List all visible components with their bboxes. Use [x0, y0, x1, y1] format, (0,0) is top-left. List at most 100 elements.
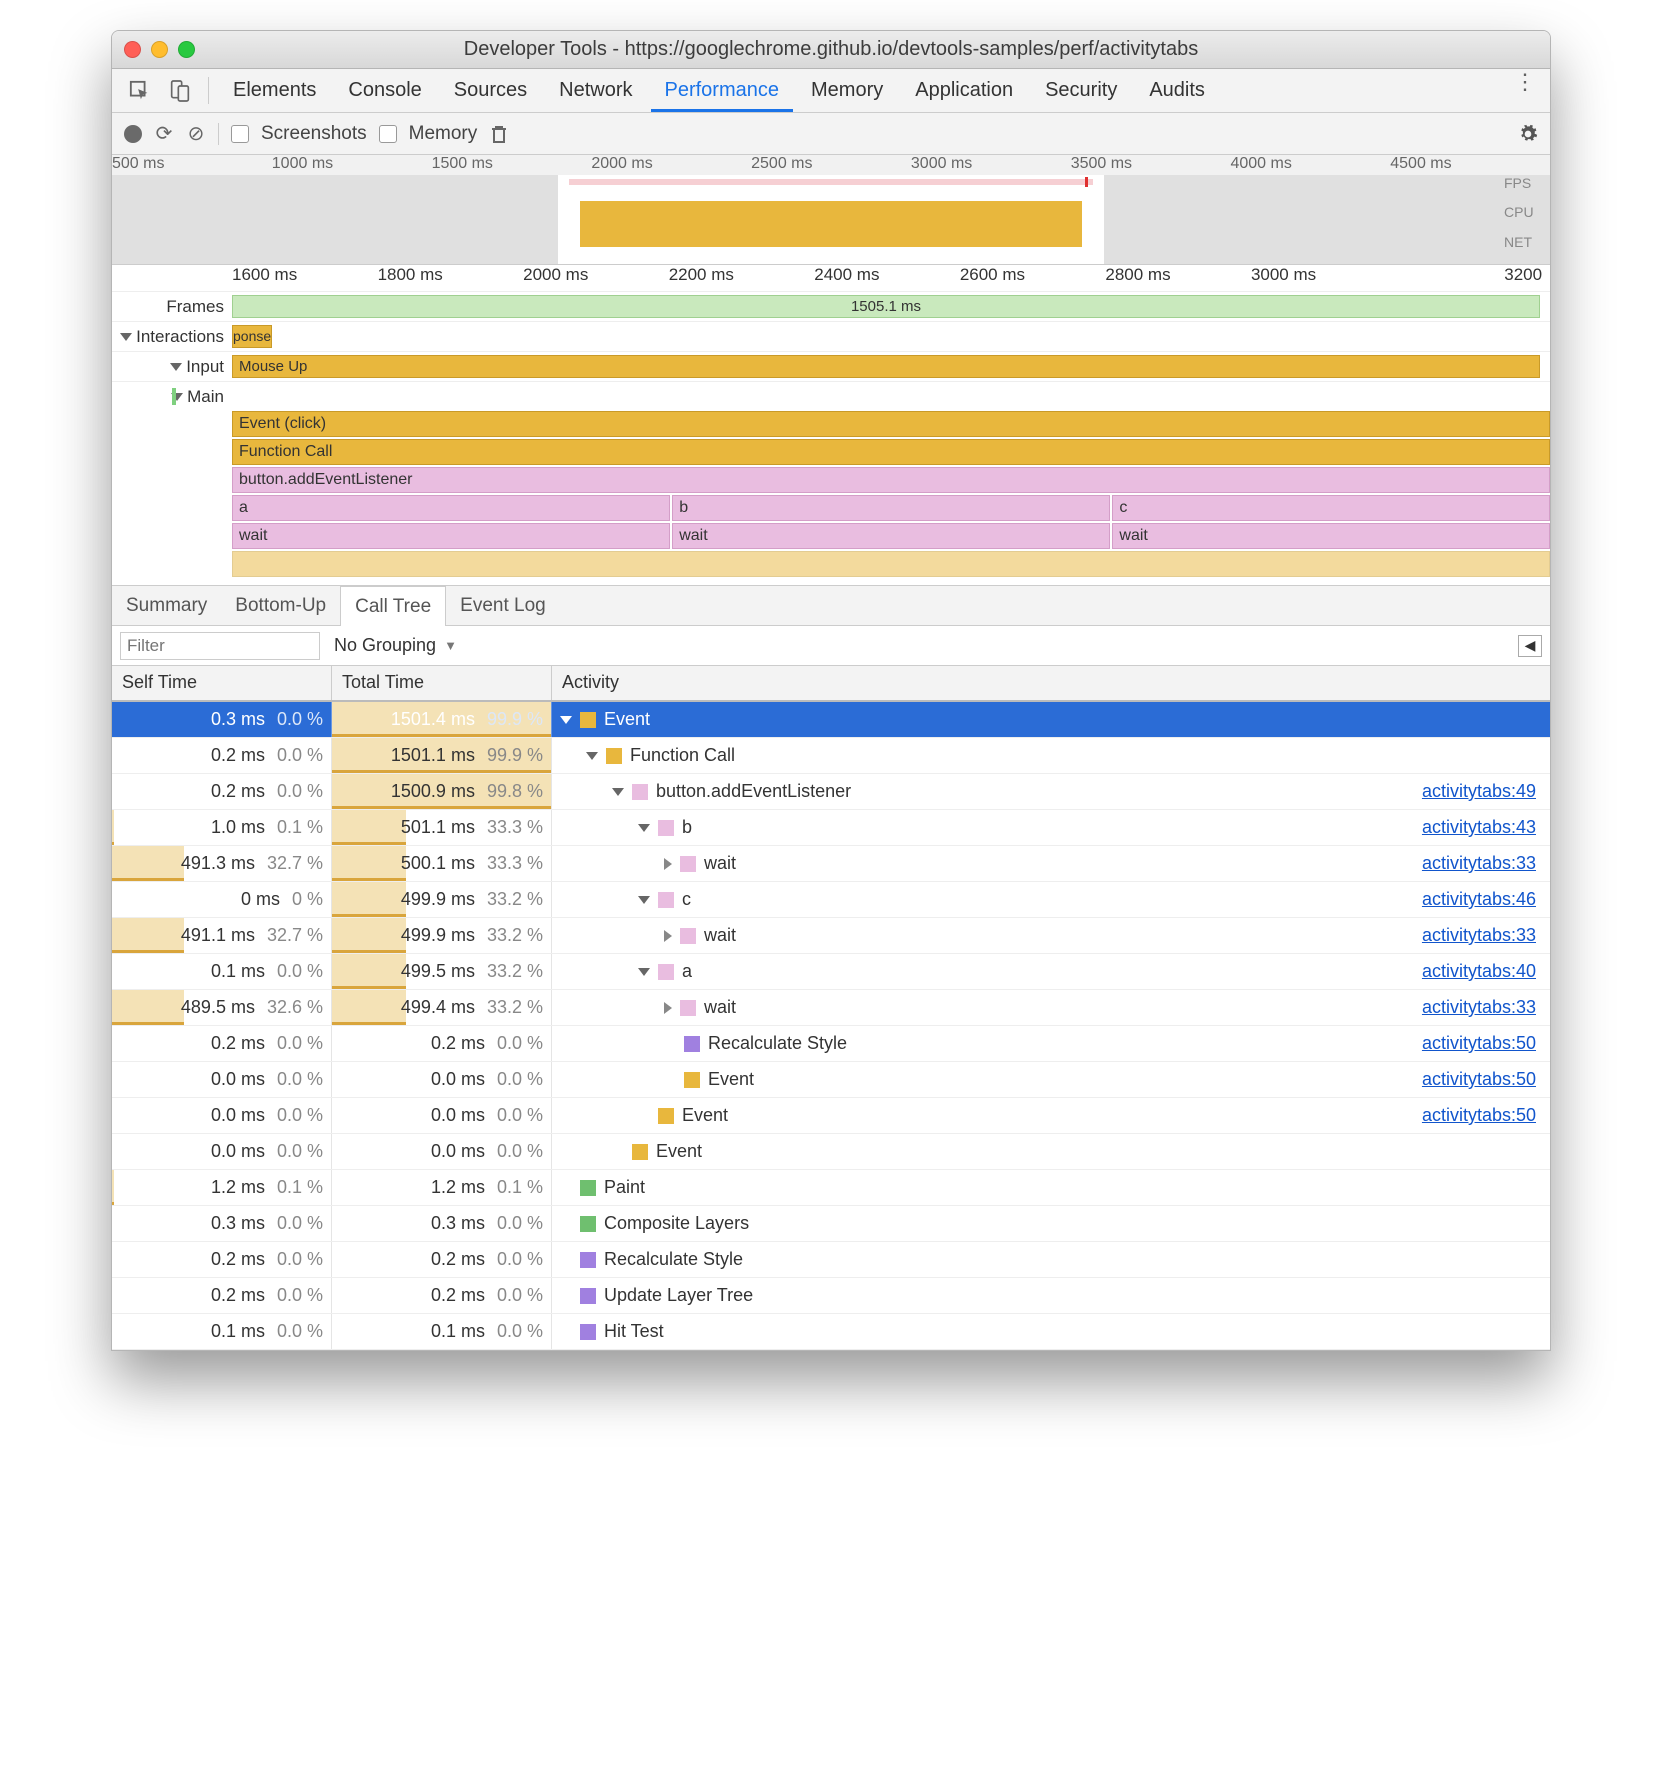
header-activity[interactable]: Activity: [552, 666, 1550, 700]
activity-name: c: [682, 889, 691, 910]
expand-arrow[interactable]: [664, 858, 672, 870]
table-row[interactable]: 0.3 ms0.0 %1501.4 ms99.9 %Event: [112, 702, 1550, 738]
table-row[interactable]: 489.5 ms32.6 %499.4 ms33.2 %waitactivity…: [112, 990, 1550, 1026]
table-row[interactable]: 0.1 ms0.0 %499.5 ms33.2 %aactivitytabs:4…: [112, 954, 1550, 990]
flame-function-call[interactable]: Function Call: [232, 439, 1550, 465]
inspect-icon[interactable]: [122, 69, 158, 112]
table-row[interactable]: 0.1 ms0.0 %0.1 ms0.0 %Hit Test: [112, 1314, 1550, 1350]
subtab-event-log[interactable]: Event Log: [446, 586, 560, 625]
activity-name: Paint: [604, 1177, 645, 1198]
expand-arrow[interactable]: [664, 1002, 672, 1014]
source-link[interactable]: activitytabs:46: [1422, 889, 1536, 910]
tab-audits[interactable]: Audits: [1135, 69, 1219, 112]
table-row[interactable]: 0.2 ms0.0 %0.2 ms0.0 %Update Layer Tree: [112, 1278, 1550, 1314]
color-swatch: [680, 856, 696, 872]
more-menu-icon[interactable]: ⋮: [1510, 69, 1540, 112]
tab-application[interactable]: Application: [901, 69, 1027, 112]
flame-wait[interactable]: wait: [232, 523, 670, 549]
table-row[interactable]: 0.2 ms0.0 %1500.9 ms99.8 %button.addEven…: [112, 774, 1550, 810]
color-swatch: [658, 964, 674, 980]
table-row[interactable]: 1.0 ms0.1 %501.1 ms33.3 %bactivitytabs:4…: [112, 810, 1550, 846]
grouping-select[interactable]: No Grouping ▼: [334, 635, 457, 656]
call-tree-grid: 0.3 ms0.0 %1501.4 ms99.9 %Event0.2 ms0.0…: [112, 702, 1550, 1350]
color-swatch: [658, 892, 674, 908]
trash-icon[interactable]: [489, 124, 509, 144]
source-link[interactable]: activitytabs:50: [1422, 1033, 1536, 1054]
source-link[interactable]: activitytabs:33: [1422, 997, 1536, 1018]
table-row[interactable]: 1.2 ms0.1 %1.2 ms0.1 %Paint: [112, 1170, 1550, 1206]
table-row[interactable]: 0.2 ms0.0 %0.2 ms0.0 %Recalculate Stylea…: [112, 1026, 1550, 1062]
frame-bar[interactable]: 1505.1 ms: [232, 295, 1540, 318]
tab-console[interactable]: Console: [334, 69, 435, 112]
frames-track[interactable]: Frames 1505.1 ms: [112, 291, 1550, 321]
subtab-summary[interactable]: Summary: [112, 586, 221, 625]
table-row[interactable]: 491.3 ms32.7 %500.1 ms33.3 %waitactivity…: [112, 846, 1550, 882]
settings-icon[interactable]: [1518, 124, 1538, 144]
table-row[interactable]: 0.2 ms0.0 %1501.1 ms99.9 %Function Call: [112, 738, 1550, 774]
main-track-header[interactable]: Main: [112, 381, 1550, 411]
tab-elements[interactable]: Elements: [219, 69, 330, 112]
device-toggle-icon[interactable]: [162, 69, 198, 112]
expand-arrow[interactable]: [612, 788, 624, 796]
source-link[interactable]: activitytabs:50: [1422, 1069, 1536, 1090]
devtools-window: Developer Tools - https://googlechrome.g…: [111, 30, 1551, 1351]
tab-sources[interactable]: Sources: [440, 69, 541, 112]
clear-icon[interactable]: ⊘: [186, 124, 206, 144]
header-total-time[interactable]: Total Time: [332, 666, 552, 700]
expand-arrow[interactable]: [664, 930, 672, 942]
flame-chart[interactable]: Event (click)Function Callbutton.addEven…: [112, 411, 1550, 585]
record-button[interactable]: [124, 125, 142, 143]
source-link[interactable]: activitytabs:43: [1422, 817, 1536, 838]
flame-a[interactable]: a: [232, 495, 670, 521]
table-row[interactable]: 0.2 ms0.0 %0.2 ms0.0 %Recalculate Style: [112, 1242, 1550, 1278]
tab-memory[interactable]: Memory: [797, 69, 897, 112]
source-link[interactable]: activitytabs:49: [1422, 781, 1536, 802]
expand-arrow[interactable]: [638, 824, 650, 832]
show-heaviest-icon[interactable]: ◀: [1518, 635, 1542, 657]
table-row[interactable]: 0.0 ms0.0 %0.0 ms0.0 %Eventactivitytabs:…: [112, 1062, 1550, 1098]
source-link[interactable]: activitytabs:40: [1422, 961, 1536, 982]
overview-selection[interactable]: [558, 175, 1104, 264]
expand-arrow[interactable]: [638, 968, 650, 976]
tab-performance[interactable]: Performance: [651, 69, 794, 112]
expand-arrow[interactable]: [638, 896, 650, 904]
header-self-time[interactable]: Self Time: [112, 666, 332, 700]
mouse-up-event[interactable]: Mouse Up: [232, 355, 1540, 378]
table-row[interactable]: 491.1 ms32.7 %499.9 ms33.2 %waitactivity…: [112, 918, 1550, 954]
filter-input[interactable]: [120, 632, 320, 660]
interactions-track[interactable]: Interactions ponse: [112, 321, 1550, 351]
flame-wait[interactable]: wait: [1112, 523, 1550, 549]
overview-pane[interactable]: 500 ms1000 ms1500 ms2000 ms2500 ms3000 m…: [112, 155, 1550, 265]
expand-arrow[interactable]: [560, 716, 572, 724]
color-swatch: [580, 1216, 596, 1232]
source-link[interactable]: activitytabs:50: [1422, 1105, 1536, 1126]
color-swatch: [580, 1288, 596, 1304]
table-row[interactable]: 0.3 ms0.0 %0.3 ms0.0 %Composite Layers: [112, 1206, 1550, 1242]
memory-checkbox[interactable]: [379, 125, 397, 143]
tab-security[interactable]: Security: [1031, 69, 1131, 112]
color-swatch: [580, 1252, 596, 1268]
expand-arrow[interactable]: [586, 752, 598, 760]
subtab-call-tree[interactable]: Call Tree: [340, 586, 446, 626]
activity-name: Event: [708, 1069, 754, 1090]
color-swatch: [658, 1108, 674, 1124]
source-link[interactable]: activitytabs:33: [1422, 925, 1536, 946]
flame-b[interactable]: b: [672, 495, 1110, 521]
flame-wait[interactable]: wait: [672, 523, 1110, 549]
table-row[interactable]: 0.0 ms0.0 %0.0 ms0.0 %Eventactivitytabs:…: [112, 1098, 1550, 1134]
subtab-bottom-up[interactable]: Bottom-Up: [221, 586, 340, 625]
color-swatch: [580, 1324, 596, 1340]
reload-icon[interactable]: ⟳: [154, 124, 174, 144]
input-track[interactable]: Input Mouse Up: [112, 351, 1550, 381]
activity-name: Event: [656, 1141, 702, 1162]
table-row[interactable]: 0 ms0 %499.9 ms33.2 %cactivitytabs:46: [112, 882, 1550, 918]
table-row[interactable]: 0.0 ms0.0 %0.0 ms0.0 %Event: [112, 1134, 1550, 1170]
tab-network[interactable]: Network: [545, 69, 646, 112]
timeline-pane[interactable]: 1600 ms1800 ms2000 ms2200 ms2400 ms2600 …: [112, 265, 1550, 586]
flame-button-addeventlistener[interactable]: button.addEventListener: [232, 467, 1550, 493]
screenshots-checkbox[interactable]: [231, 125, 249, 143]
flame-event-click-[interactable]: Event (click): [232, 411, 1550, 437]
source-link[interactable]: activitytabs:33: [1422, 853, 1536, 874]
flame-c[interactable]: c: [1112, 495, 1550, 521]
perf-toolbar: ⟳ ⊘ Screenshots Memory: [112, 113, 1550, 155]
